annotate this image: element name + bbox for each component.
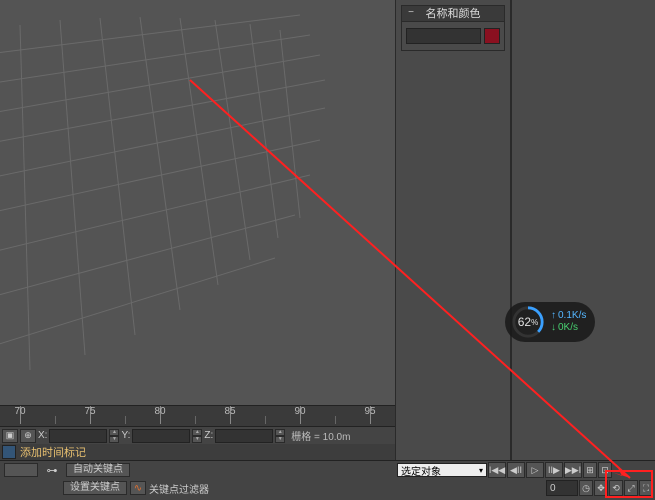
x-input[interactable] <box>49 429 107 443</box>
current-time-field[interactable]: 0 <box>546 480 578 496</box>
goto-end-button[interactable]: ▶▶I <box>564 462 582 478</box>
viewport-nav-controls: 0 ◷ ✥ ⟲ ⤢ ⛶ <box>395 479 655 497</box>
selection-lock-icon[interactable]: ▣ <box>2 429 18 443</box>
bottom-left: ⊶ 自动关键点 设置关键点 ∿ 关键点过滤器 <box>0 461 395 500</box>
viewport-3d[interactable] <box>0 0 395 405</box>
timeline-area: 70 75 80 85 90 95 ▣ ⊕ X: ▲▼ Y: ▲▼ Z: <box>0 405 395 460</box>
time-ruler[interactable]: 70 75 80 85 90 95 <box>0 405 395 427</box>
auto-key-button[interactable]: 自动关键点 <box>66 463 130 477</box>
prompt-row: 添加时间标记 <box>0 444 395 460</box>
network-speed-widget[interactable]: 62% 0.1K/s 0K/s <box>505 302 595 342</box>
time-slider[interactable] <box>4 463 38 477</box>
time-config-button[interactable]: ◷ <box>579 480 593 496</box>
rollout-header[interactable]: − 名称和颜色 <box>402 6 504 22</box>
grid-size-label: 栅格 = 10.0m <box>291 428 350 443</box>
prev-frame-button[interactable]: ◀II <box>507 462 525 478</box>
speed-ring: 62% <box>511 305 545 339</box>
selection-set-dropdown[interactable]: 选定对象 ▾ <box>397 463 487 477</box>
speed-rates: 0.1K/s 0K/s <box>551 311 586 333</box>
upload-rate: 0.1K/s <box>551 311 586 321</box>
next-frame-button[interactable]: II▶ <box>545 462 563 478</box>
rollout-title: 名称和颜色 <box>426 8 481 20</box>
zoom-icon[interactable]: ⤢ <box>624 480 638 496</box>
grid-toggle-a-icon[interactable]: ⊞ <box>583 462 597 478</box>
z-label: Z: <box>204 430 213 441</box>
grid-toggle-b-icon[interactable]: ⊡ <box>598 462 612 478</box>
key-filters-label[interactable]: 关键点过滤器 <box>149 481 209 496</box>
command-panel: − 名称和颜色 <box>395 0 655 460</box>
minus-icon: − <box>406 8 416 18</box>
prompt-text: 添加时间标记 <box>20 444 86 460</box>
goto-start-button[interactable]: I◀◀ <box>488 462 506 478</box>
coordinate-row: ▣ ⊕ X: ▲▼ Y: ▲▼ Z: ▲▼ 栅格 = 10.0m <box>0 427 395 444</box>
key-icon[interactable]: ⊶ <box>41 463 63 477</box>
command-panel-tabs <box>511 0 655 460</box>
object-name-input[interactable] <box>406 28 481 44</box>
grid-plane <box>0 0 395 405</box>
y-input[interactable] <box>132 429 190 443</box>
play-button[interactable]: ▷ <box>526 462 544 478</box>
panel-rollouts: − 名称和颜色 <box>396 0 511 460</box>
orbit-icon[interactable]: ⟲ <box>609 480 623 496</box>
bottom-toolbar: ⊶ 自动关键点 设置关键点 ∿ 关键点过滤器 选定对象 ▾ I◀◀ ◀II ▷ … <box>0 460 655 500</box>
rollout-name-color: − 名称和颜色 <box>401 5 505 51</box>
maximize-icon[interactable]: ⛶ <box>639 480 653 496</box>
y-label: Y: <box>121 430 130 441</box>
transport-controls: 选定对象 ▾ I◀◀ ◀II ▷ II▶ ▶▶I ⊞ ⊡ <box>395 461 655 479</box>
download-rate: 0K/s <box>551 323 586 333</box>
z-spinner[interactable]: ▲▼ <box>275 429 285 443</box>
x-label: X: <box>38 430 47 441</box>
curve-icon[interactable]: ∿ <box>130 481 146 495</box>
x-spinner[interactable]: ▲▼ <box>109 429 119 443</box>
y-spinner[interactable]: ▲▼ <box>192 429 202 443</box>
chevron-down-icon: ▾ <box>479 466 483 475</box>
object-color-swatch[interactable] <box>484 28 500 44</box>
speed-percent: 62 <box>518 315 531 329</box>
absolute-mode-icon[interactable]: ⊕ <box>20 429 36 443</box>
pan-icon[interactable]: ✥ <box>594 480 608 496</box>
bottom-right: 选定对象 ▾ I◀◀ ◀II ▷ II▶ ▶▶I ⊞ ⊡ 0 ◷ ✥ ⟲ ⤢ ⛶ <box>395 461 655 500</box>
script-icon[interactable] <box>2 445 16 459</box>
z-input[interactable] <box>215 429 273 443</box>
set-key-button[interactable]: 设置关键点 <box>63 481 127 495</box>
